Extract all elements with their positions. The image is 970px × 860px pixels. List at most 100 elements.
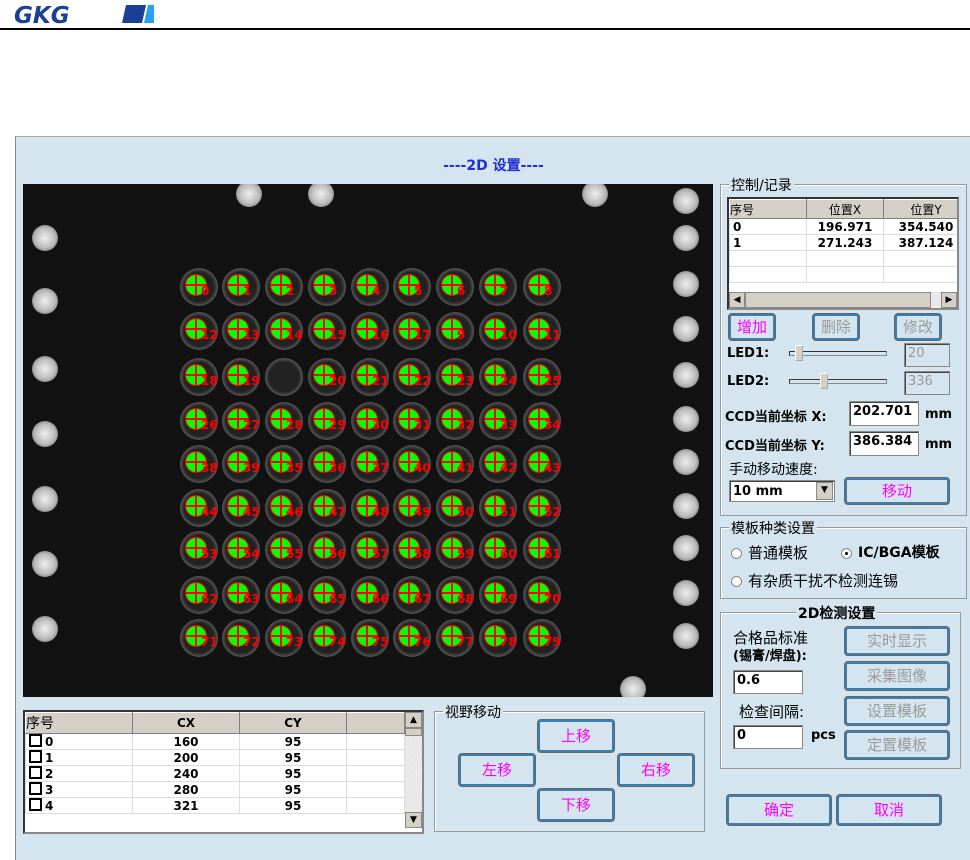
pad-label: 56 (329, 547, 346, 561)
scroll-thumb[interactable] (745, 292, 931, 308)
vertical-scrollbar[interactable]: ▲ ▼ (405, 712, 422, 828)
radio-ic-bga-template[interactable]: IC/BGA模板 (841, 542, 940, 562)
pad-label: 54 (243, 547, 260, 561)
col-index[interactable]: 序号 (25, 712, 133, 734)
pad-label: 1 (243, 284, 252, 298)
col-pos-y[interactable]: 位置Y (883, 199, 957, 219)
crosshair-line (366, 275, 368, 296)
edge-pad (673, 493, 699, 519)
capture-image-button[interactable]: 采集图像 (845, 662, 949, 690)
pad-label: 17 (414, 328, 431, 342)
pad-halo (265, 358, 303, 396)
pad-label: 0 (201, 284, 210, 298)
table-row[interactable]: 0 160 95 (25, 733, 405, 750)
crosshair-line (195, 275, 197, 296)
locate-template-button[interactable]: 定置模板 (845, 731, 949, 759)
interval-input[interactable]: 0 (733, 725, 803, 749)
ok-button[interactable]: 确定 (727, 795, 831, 825)
col-pos-x[interactable]: 位置X (806, 199, 884, 219)
pad-label: 64 (286, 592, 303, 606)
gkg-logo: GKG (14, 3, 154, 25)
scroll-up-icon[interactable]: ▲ (405, 712, 422, 728)
table-row[interactable]: 4 321 95 (25, 797, 405, 814)
pad-coordinate-table[interactable]: 序号 CX CY 0 160 95 1 200 95 2 240 95 3 280 95 4 321 95 ▲ … (23, 710, 424, 834)
pad-label: 76 (414, 635, 431, 649)
pad-label: 52 (544, 505, 561, 519)
crosshair-line (451, 496, 453, 517)
ccd-x-input[interactable]: 202.701 (849, 401, 919, 426)
table-row[interactable]: 0 196.971 354.540 (729, 218, 957, 235)
led2-slider[interactable] (789, 373, 887, 389)
col-index[interactable]: 序号 (729, 199, 807, 219)
move-left-button[interactable]: 左移 (459, 754, 535, 786)
radio-ignore-impurity[interactable]: 有杂质干扰不检测连锡 (731, 570, 898, 591)
crosshair-line (366, 365, 368, 386)
scroll-left-icon[interactable]: ◀ (729, 292, 745, 308)
standard-input[interactable]: 0.6 (733, 670, 803, 694)
col-cy[interactable]: CY (239, 712, 347, 734)
edge-pad (673, 225, 699, 251)
chevron-down-icon[interactable]: ▼ (816, 482, 833, 500)
ccd-y-input[interactable]: 386.384 (849, 431, 919, 456)
move-right-button[interactable]: 右移 (618, 754, 694, 786)
led1-slider[interactable] (789, 345, 887, 361)
pad-label: 37 (372, 461, 389, 475)
control-record-group: 控制/记录 序号 位置X 位置Y 0 196.971 354.540 1 271.243 3… (720, 175, 967, 516)
checkbox[interactable] (29, 782, 42, 795)
table-row[interactable]: 3 280 95 (25, 781, 405, 798)
add-button[interactable]: 增加 (729, 314, 775, 340)
realtime-display-button[interactable]: 实时显示 (845, 627, 949, 655)
move-button[interactable]: 移动 (845, 478, 949, 504)
table-row[interactable]: 1 200 95 (25, 749, 405, 766)
radio-label: 普通模板 (748, 544, 809, 562)
crosshair-line (366, 626, 368, 647)
pad-label: 71 (201, 635, 218, 649)
move-up-button[interactable]: 上移 (538, 720, 614, 752)
pad-label: 30 (372, 418, 389, 432)
pad-label: 16 (372, 328, 389, 342)
position-record-table[interactable]: 序号 位置X 位置Y 0 196.971 354.540 1 271.243 387.124… (727, 197, 959, 310)
crosshair-line (323, 538, 325, 559)
cell: 1 (25, 749, 133, 766)
pad-label: 19 (243, 374, 260, 388)
led2-label: LED2: (727, 374, 770, 389)
camera-view[interactable]: 0 1 2 3 4 5 6 7 8 12 13 14 15 16 17 9 10 11 18 19 20 21 22 23 24… (23, 184, 713, 697)
checkbox[interactable] (29, 798, 42, 811)
col-extra[interactable] (346, 712, 405, 734)
checkbox[interactable] (29, 766, 42, 779)
pad-label: 62 (201, 592, 218, 606)
checkbox[interactable] (29, 750, 42, 763)
col-cx[interactable]: CX (132, 712, 240, 734)
pad-label: 13 (243, 328, 260, 342)
slider-thumb[interactable] (795, 345, 804, 361)
checkbox[interactable] (29, 734, 42, 747)
slider-thumb[interactable] (819, 373, 828, 389)
delete-button[interactable]: 删除 (813, 314, 859, 340)
pad-label: 46 (286, 505, 303, 519)
crosshair-line (323, 365, 325, 386)
scroll-right-icon[interactable]: ▶ (941, 292, 957, 308)
speed-select[interactable]: 10 mm ▼ (729, 480, 835, 502)
set-template-button[interactable]: 设置模板 (845, 697, 949, 725)
crosshair-line (494, 319, 496, 340)
pad-label: 32 (457, 418, 474, 432)
modify-button[interactable]: 修改 (895, 314, 941, 340)
crosshair-line (494, 409, 496, 430)
radio-normal-template[interactable]: 普通模板 (731, 542, 808, 563)
table-row[interactable]: 2 240 95 (25, 765, 405, 782)
move-down-button[interactable]: 下移 (538, 789, 614, 821)
horizontal-scrollbar[interactable]: ◀ ▶ (729, 292, 957, 308)
pad-label: 29 (329, 418, 346, 432)
cell: 387.124 (883, 234, 957, 251)
group-title: 2D检测设置 (796, 603, 878, 623)
pad-label: 75 (372, 635, 389, 649)
cancel-button[interactable]: 取消 (837, 795, 941, 825)
standard-sublabel: (锡膏/焊盘): (733, 649, 807, 664)
scroll-down-icon[interactable]: ▼ (405, 812, 422, 828)
pad-label: 48 (372, 505, 389, 519)
cell: 0 (729, 218, 807, 235)
table-row[interactable]: 1 271.243 387.124 (729, 234, 957, 251)
crosshair-line (195, 452, 197, 473)
pad-label: 36 (329, 461, 346, 475)
scroll-thumb[interactable] (405, 728, 422, 736)
